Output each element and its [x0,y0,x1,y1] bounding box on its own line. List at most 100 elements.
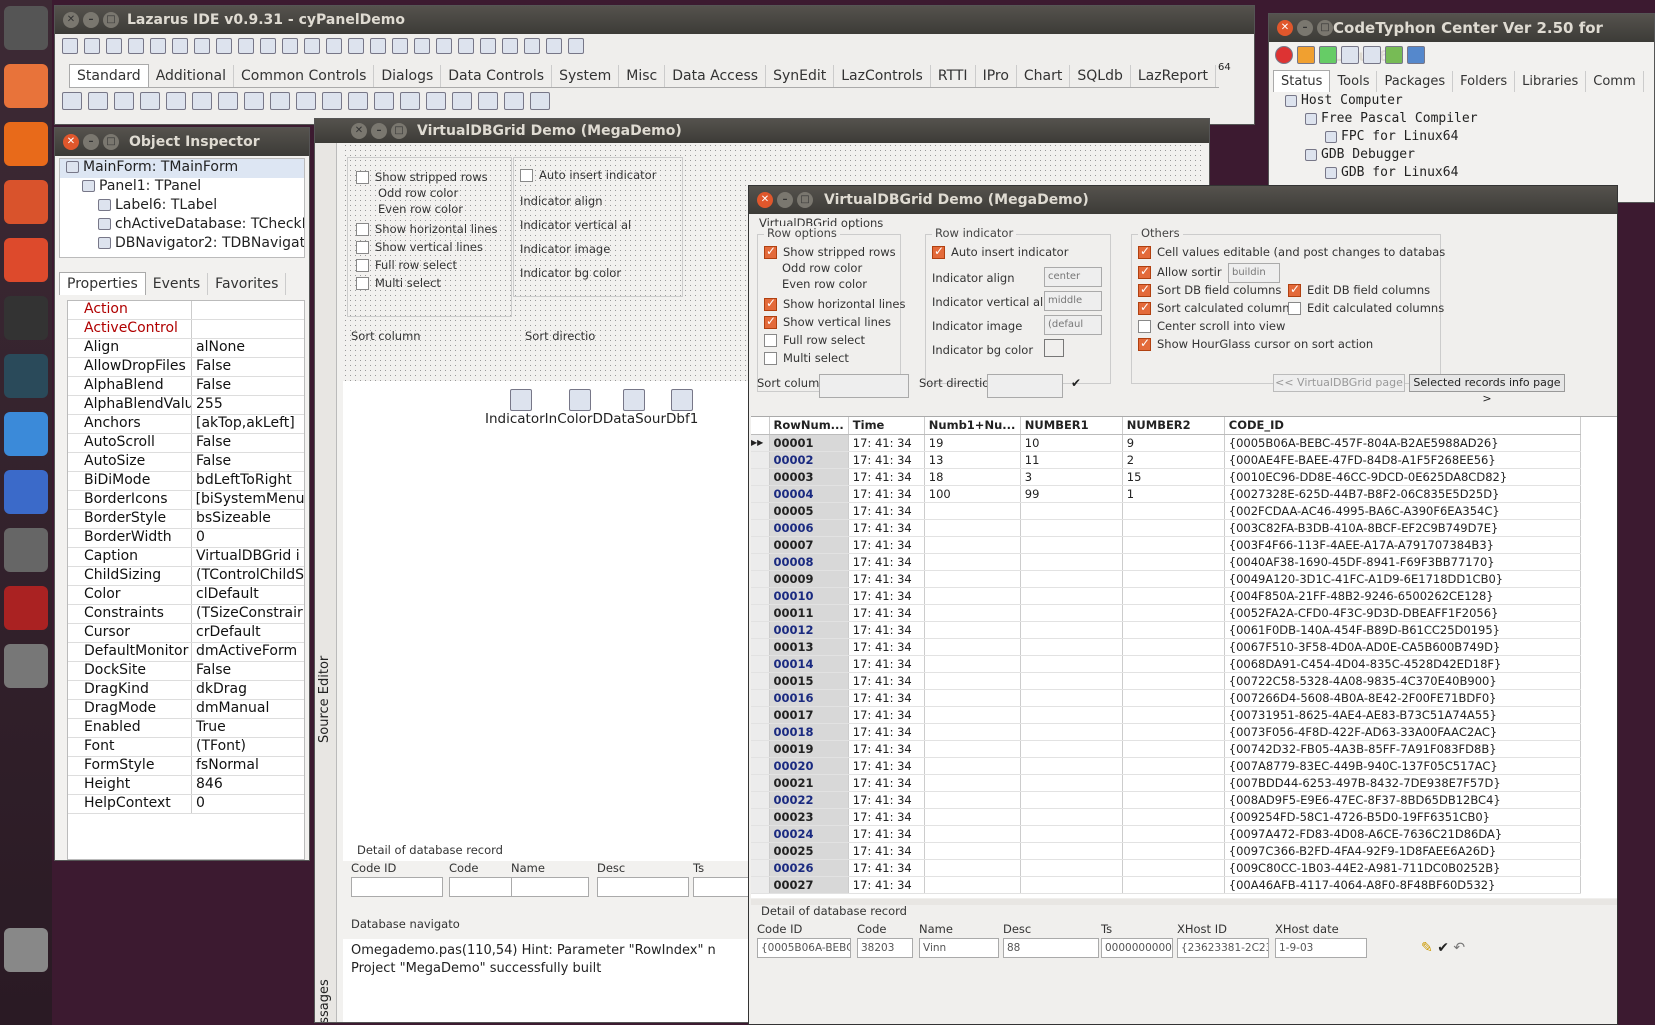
grid-row[interactable]: 00017 17: 41: 34 {00731951-8625-4AE4-AE83-… [751,706,1581,724]
close-icon[interactable]: ✕ [63,12,79,28]
popup-menu-icon[interactable] [114,92,134,110]
indicator-align-select[interactable]: center [1044,267,1102,287]
row-number-cell[interactable]: 00025 [769,842,849,860]
others-option[interactable]: Allow sortir [1138,264,1222,279]
oi-tree-item[interactable]: Panel1: TPanel [60,178,304,197]
grid-cell[interactable] [924,502,1021,520]
property-row[interactable]: AlphaBlend False [68,377,304,396]
check-icon[interactable]: ✔ [1071,376,1081,390]
oi-title-bar[interactable]: ✕ – □ Object Inspector [55,128,309,156]
palette-tab-rtti[interactable]: RTTI [931,65,976,87]
dvd-icon[interactable] [4,644,48,688]
property-row[interactable]: Anchors [akTop,akLeft] [68,415,304,434]
maximize-icon[interactable]: □ [391,123,407,139]
detail-input[interactable]: 000000000000 [1101,938,1173,958]
palette-tab-misc[interactable]: Misc [619,65,666,87]
maximize-icon[interactable]: □ [797,192,813,208]
detail-field-input[interactable] [511,877,589,897]
row-number-cell[interactable]: 00017 [769,706,849,724]
checkbox-icon[interactable] [270,92,290,110]
detail-field-input[interactable] [351,877,443,897]
grid-cell[interactable] [1122,689,1225,707]
stop-icon[interactable] [326,38,342,54]
ctc-tree-item[interactable]: GDB Debugger [1275,146,1478,164]
grid-cell[interactable] [924,791,1021,809]
grid-cell[interactable] [1020,723,1123,741]
grid-cell[interactable]: 17: 41: 34 [848,706,925,724]
grid-cell[interactable]: 3 [1020,468,1123,486]
grid-row[interactable]: ▶▶ 00001 17: 41: 34 19 10 9 {0005B06A-BEBC-457… [751,434,1581,452]
property-row[interactable]: BorderStyle bsSizeable [68,510,304,529]
row-number-cell[interactable]: 00015 [769,672,849,690]
detail-input[interactable]: 38203 [857,938,913,958]
grid-cell[interactable] [1020,570,1123,588]
ctc-tab-packages[interactable]: Packages [1377,71,1454,92]
grid-cell[interactable] [1122,859,1225,877]
grid-cell[interactable] [1122,536,1225,554]
grid-cell[interactable]: {008AD9F5-E9E6-47EC-8F37-8BD65DB12BC4} [1224,791,1581,809]
palette-tab-additional[interactable]: Additional [149,65,234,87]
grid-row[interactable]: 00013 17: 41: 34 {0067F510-3F58-4D0A-AD0E-… [751,638,1581,656]
grid-row[interactable]: 00014 17: 41: 34 {0068DA91-C454-4D04-835C-… [751,655,1581,673]
grid-cell[interactable]: 10 [1020,434,1123,452]
view-forms-icon[interactable] [238,38,254,54]
maximize-icon[interactable]: □ [1317,20,1333,36]
grid-cell[interactable] [924,570,1021,588]
grid-cell[interactable]: {004F850A-21FF-48B2-9246-6500262CE128} [1224,587,1581,605]
property-value[interactable]: dmActiveForm [192,643,297,661]
grid-cell[interactable]: {000AE4FE-BAEE-47FD-84D8-A1F5F268EE56} [1224,451,1581,469]
others-option[interactable]: Sort DB field columns [1138,282,1281,297]
row-option[interactable]: Show stripped rows [764,244,896,259]
property-value[interactable]: False [192,377,231,395]
grid-cell[interactable] [1122,791,1225,809]
grid-cell[interactable] [1122,757,1225,775]
grid-cell[interactable]: {0010EC96-DD8E-46CC-9DCD-0E625DA8CD82} [1224,468,1581,486]
property-value[interactable]: crDefault [192,624,261,642]
package-icon[interactable] [480,38,496,54]
download-icon[interactable] [1297,46,1315,64]
combobox-icon[interactable] [348,92,368,110]
grid-row[interactable]: 00024 17: 41: 34 {0097A472-FD83-4D08-A6CE-… [751,825,1581,843]
grid-cell[interactable]: 2 [1122,451,1225,469]
grid-cell[interactable]: {003F4F66-113F-4AEE-A17A-A791707384B3} [1224,536,1581,554]
sort-direction-select[interactable] [987,374,1063,398]
terminal-icon[interactable] [4,296,48,340]
row-number-cell[interactable]: 00023 [769,808,849,826]
row-number-cell[interactable]: 00020 [769,757,849,775]
row-number-cell[interactable]: 00016 [769,689,849,707]
grid-cell[interactable]: {002FCDAA-AC46-4995-BA6C-A390F6EA354C} [1224,502,1581,520]
grid-cell[interactable] [924,536,1021,554]
property-value[interactable]: False [192,662,231,680]
checkgroup-icon[interactable] [452,92,472,110]
oi-tab-favorites[interactable]: Favorites [208,273,287,295]
ctc-tab-folders[interactable]: Folders [1453,71,1516,92]
palette-tab-data-access[interactable]: Data Access [665,65,767,87]
grid-cell[interactable]: 17: 41: 34 [848,621,925,639]
grid-cell[interactable]: 17: 41: 34 [848,672,925,690]
column-header[interactable]: RowNum... [769,417,849,435]
grid-cell[interactable] [1020,672,1123,690]
listbox-icon[interactable] [322,92,342,110]
palette-tab-data-controls[interactable]: Data Controls [441,65,553,87]
stop-icon[interactable] [1275,46,1293,64]
grid-cell[interactable] [924,604,1021,622]
property-value[interactable]: dmManual [192,700,269,718]
grid-cell[interactable] [924,825,1021,843]
import-icon[interactable] [1385,46,1403,64]
close-icon[interactable]: ✕ [1277,20,1293,36]
scrollbar-icon[interactable] [374,92,394,110]
grid-cell[interactable] [1122,638,1225,656]
source-editor-tab[interactable]: Source Editor [317,656,332,743]
oi-tree-item[interactable]: DBNavigator2: TDBNavigat [60,235,304,254]
auto-insert-checkbox[interactable] [932,244,945,259]
row-number-cell[interactable]: 00019 [769,740,849,758]
grid-cell[interactable]: {0097C366-B2FD-4FA4-92F9-1D8FAEE6A26D} [1224,842,1581,860]
grid-cell[interactable] [1020,859,1123,877]
property-value[interactable]: clDefault [192,586,259,604]
edit-icon[interactable] [192,92,212,110]
grid-cell[interactable]: {0073F056-4F8D-422F-AD63-33A00FAAC2AC} [1224,723,1581,741]
palette-tab-lazreport[interactable]: LazReport [1131,65,1217,87]
refresh-icon[interactable] [1319,46,1337,64]
column-header[interactable]: NUMBER1 [1020,417,1123,435]
project-icon[interactable] [260,38,276,54]
